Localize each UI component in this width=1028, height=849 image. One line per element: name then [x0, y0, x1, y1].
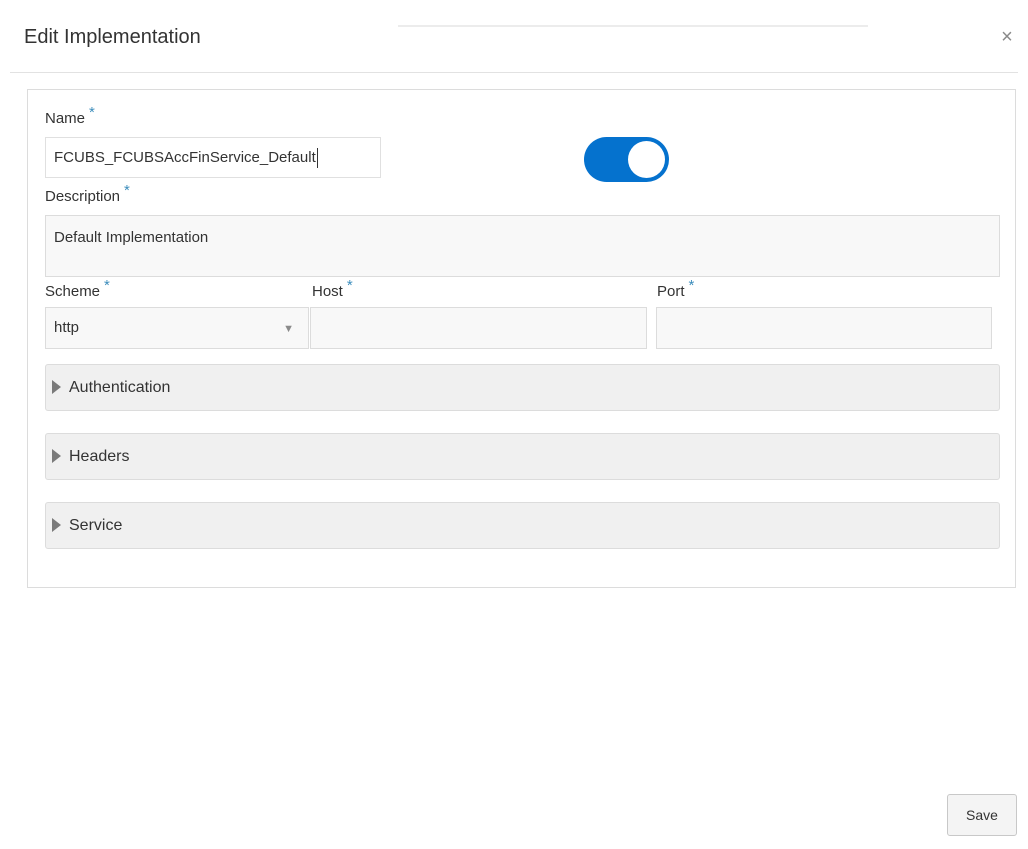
- service-section-label: Service: [69, 517, 123, 534]
- description-input[interactable]: Default Implementation: [45, 215, 1000, 277]
- toggle-knob: [628, 141, 665, 178]
- dialog-title: Edit Implementation: [24, 26, 201, 48]
- chevron-down-icon: ▼: [283, 323, 294, 335]
- caret-right-icon: [52, 449, 61, 463]
- name-input-value: FCUBS_FCUBSAccFinService_Default: [54, 149, 316, 166]
- scheme-label: Scheme *: [45, 277, 110, 300]
- required-indicator: *: [104, 277, 110, 294]
- port-input[interactable]: [656, 307, 992, 349]
- required-indicator: *: [688, 277, 695, 294]
- name-label: Name *: [45, 104, 95, 127]
- name-input[interactable]: FCUBS_FCUBSAccFinService_Default: [45, 137, 381, 178]
- description-input-value: Default Implementation: [54, 229, 209, 246]
- port-label-text: Port: [657, 283, 685, 300]
- enabled-toggle[interactable]: [584, 137, 669, 182]
- save-button[interactable]: Save: [947, 794, 1017, 836]
- caret-right-icon: [52, 380, 61, 394]
- description-label-text: Description: [45, 188, 121, 205]
- scheme-label-text: Scheme: [45, 283, 101, 300]
- text-cursor: [316, 148, 318, 169]
- required-indicator: *: [124, 182, 130, 199]
- host-label: Host *: [312, 277, 353, 300]
- headers-section-label: Headers: [69, 448, 130, 465]
- close-icon[interactable]: ×: [996, 25, 1018, 49]
- dialog-header: Edit Implementation ×: [10, 9, 1018, 73]
- scheme-select-value: http: [54, 319, 80, 336]
- caret-right-icon: [52, 518, 61, 532]
- authentication-section-label: Authentication: [69, 379, 171, 396]
- port-label: Port *: [657, 277, 694, 300]
- service-section[interactable]: Service: [45, 502, 1000, 549]
- edit-implementation-dialog: Edit Implementation × Name * FCUBS_FCUBSA…: [0, 0, 1028, 849]
- headers-section[interactable]: Headers: [45, 433, 1000, 480]
- description-label: Description *: [45, 182, 130, 205]
- authentication-section[interactable]: Authentication: [45, 364, 1000, 411]
- host-label-text: Host: [312, 283, 343, 300]
- host-input[interactable]: [310, 307, 647, 349]
- scheme-select[interactable]: http ▼: [45, 307, 309, 349]
- required-indicator: *: [89, 104, 95, 121]
- required-indicator: *: [346, 277, 353, 294]
- header-divider-bar: [398, 25, 868, 27]
- name-label-text: Name: [45, 110, 86, 127]
